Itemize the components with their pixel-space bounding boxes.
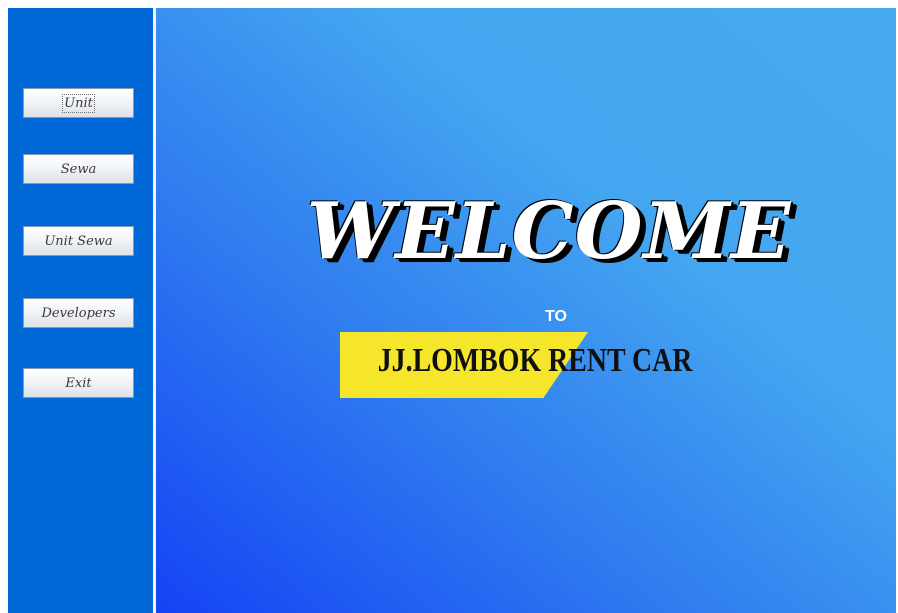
app-window: Unit Sewa Unit Sewa Developers Exit WELC…	[8, 8, 896, 613]
welcome-heading: WELCOME	[306, 186, 792, 277]
developers-button[interactable]: Developers	[23, 298, 134, 328]
company-name: JJ.LOMBOK RENT CAR	[377, 342, 693, 379]
sewa-button-label: Sewa	[60, 161, 97, 177]
unit-button-label: Unit	[62, 93, 95, 113]
to-label: TO	[545, 308, 567, 325]
sidebar: Unit Sewa Unit Sewa Developers Exit	[8, 8, 153, 613]
unit-sewa-button[interactable]: Unit Sewa	[23, 226, 134, 256]
exit-button[interactable]: Exit	[23, 368, 134, 398]
developers-button-label: Developers	[41, 305, 116, 321]
unit-button[interactable]: Unit	[23, 88, 134, 118]
welcome-panel: WELCOME TO JJ.LOMBOK RENT CAR	[156, 8, 896, 613]
unit-sewa-button-label: Unit Sewa	[44, 233, 113, 249]
exit-button-label: Exit	[65, 375, 92, 391]
sewa-button[interactable]: Sewa	[23, 154, 134, 184]
